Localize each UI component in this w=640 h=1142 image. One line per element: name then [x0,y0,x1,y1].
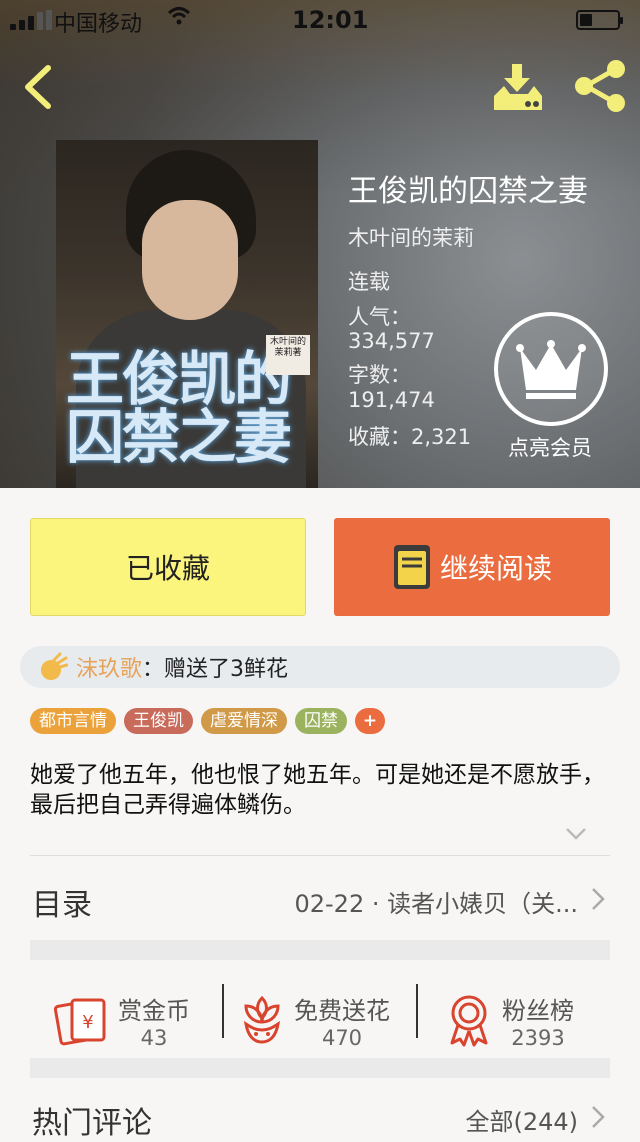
chevron-right-icon [592,1106,605,1128]
popularity-value: 334,577 [348,329,435,353]
tag-item[interactable]: 虐爱情深 [201,708,287,734]
reward-coins-count: 43 [140,1025,168,1050]
tag-item[interactable]: 王俊凯 [124,708,193,734]
catalog-row[interactable]: 目录 02-22 · 读者小婊贝（关... [30,864,610,934]
vip-label[interactable]: 点亮会员 [500,432,600,462]
fan-ranking-label: 粉丝榜 [502,996,574,1025]
book-description: 她爱了他五年，他也恨了她五年。可是她还是不愿放手，最后把自己弄得遍体鳞伤。 [30,762,605,818]
section-separator [30,940,610,960]
wifi-icon [168,7,190,25]
book-title: 王俊凯的囚禁之妻 [348,174,588,209]
expand-chevron-icon[interactable] [564,826,588,842]
divider [222,984,224,1038]
cover-author-stamp: 木叶间的茉莉著 [266,335,310,375]
hot-comments-header[interactable]: 热门评论 全部(244) [30,1090,610,1141]
chevron-right-icon [592,888,605,910]
status-bar: 中国移动 12:01 [0,0,640,40]
tag-list: 都市言情 王俊凯 虐爱情深 囚禁 + [30,708,385,734]
fan-ranking-count: 2393 [511,1025,565,1050]
collected-button[interactable]: 已收藏 [30,518,306,616]
back-icon[interactable] [18,62,62,112]
book-header: 中国移动 12:01 王俊凯的囚禁之妻 木叶间的茉莉著 王俊凯的囚禁之妻 木叶间… [0,0,640,488]
section-separator [30,1058,610,1078]
hot-comments-title: 热门评论 [32,1106,152,1141]
carrier-label: 中国移动 [54,12,143,37]
continue-reading-label: 继续阅读 [439,552,552,585]
gift-text: ：赠送了3鲜花 [142,657,289,682]
free-flower-label: 免费送花 [294,996,390,1025]
wordcount-value: 191,474 [348,388,435,412]
popularity-label: 人气： [348,305,411,329]
collected-label: 已收藏 [125,552,210,585]
support-actions: ¥ 赏金币 43 免费送花 470 粉丝榜 2393 [30,970,610,1070]
flower-gift-icon [41,652,68,680]
download-icon[interactable] [490,60,546,114]
svg-text:¥: ¥ [82,1012,93,1033]
free-flower-count: 470 [321,1025,363,1050]
tag-item[interactable]: 都市言情 [30,708,116,734]
signal-icon [10,10,52,30]
red-envelope-icon: ¥ [54,998,106,1046]
book-cover[interactable]: 王俊凯的囚禁之妻 木叶间的茉莉著 [56,140,318,488]
reward-coins-label: 赏金币 [118,996,190,1025]
book-author[interactable]: 木叶间的茉莉 [348,222,474,252]
medal-icon [450,995,488,1047]
book-status: 连载 [348,270,390,294]
latest-chapter: 02-22 · 读者小婊贝（关... [294,890,578,918]
free-flower-button[interactable]: 免费送花 470 [238,978,390,1062]
catalog-label: 目录 [32,888,92,923]
battery-icon [576,10,623,30]
clock: 12:01 [292,6,369,34]
gift-notification[interactable]: 沫玖歌 ：赠送了3鲜花 [20,646,620,688]
crown-icon [516,340,586,399]
gift-user[interactable]: 沫玖歌 [76,651,142,683]
tag-item[interactable]: 囚禁 [295,708,347,734]
share-icon[interactable] [572,58,628,114]
book-icon [393,545,430,589]
favorites-count: 收藏：2,321 [348,425,472,449]
all-comments-link[interactable]: 全部(244) [465,1102,578,1137]
continue-reading-button[interactable]: 继续阅读 [334,518,610,616]
fan-ranking-button[interactable]: 粉丝榜 2393 [444,978,574,1062]
wordcount-label: 字数： [348,363,411,387]
vip-button[interactable] [494,312,608,426]
reward-coins-button[interactable]: ¥ 赏金币 43 [54,978,190,1062]
divider [30,855,610,856]
flower-icon [243,995,281,1044]
add-tag-button[interactable]: + [355,708,385,734]
divider [416,984,418,1038]
